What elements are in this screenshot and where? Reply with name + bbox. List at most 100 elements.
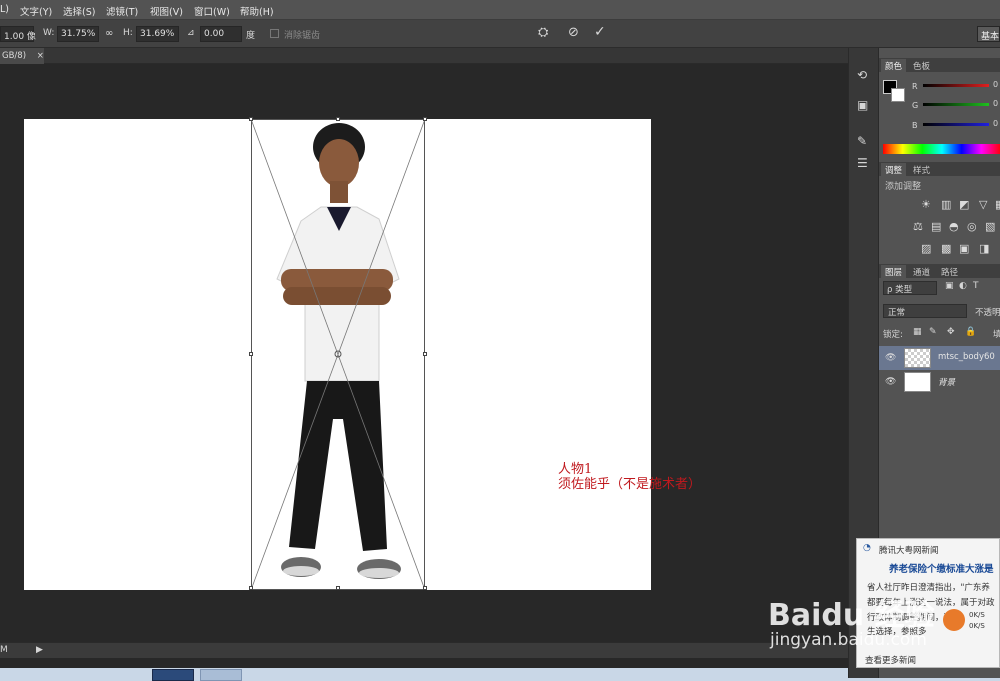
width-label: W: bbox=[43, 28, 55, 38]
layer-name[interactable]: 背景 bbox=[938, 376, 955, 388]
lock-transparent-icon[interactable]: ▦ bbox=[913, 327, 922, 337]
opacity-label: 不透明 bbox=[975, 308, 1000, 318]
transform-handle-bottom-right[interactable] bbox=[423, 586, 427, 590]
black-white-icon[interactable]: ▤ bbox=[931, 220, 941, 233]
channel-r-value[interactable]: 0 bbox=[993, 80, 998, 89]
layer-filter-dropdown[interactable]: ρ 类型 bbox=[883, 281, 937, 295]
status-arrow-icon[interactable]: ▶ bbox=[36, 645, 43, 655]
x-position-field[interactable]: 1.00 像 bbox=[0, 26, 36, 42]
tab-color[interactable]: 颜色 bbox=[881, 59, 907, 72]
document-tab-bar: GB/8) × bbox=[0, 48, 848, 64]
photo-filter-icon[interactable]: ◓ bbox=[949, 220, 959, 233]
transform-handle-top-right[interactable] bbox=[423, 117, 427, 121]
channel-g-slider[interactable] bbox=[923, 103, 989, 106]
invert-icon[interactable]: ▧ bbox=[985, 220, 995, 233]
visibility-eye-icon[interactable]: 👁 bbox=[885, 377, 896, 387]
transform-handle-top[interactable] bbox=[336, 117, 340, 121]
levels-icon[interactable]: ▥ bbox=[941, 198, 951, 211]
lock-all-icon[interactable]: 🔒 bbox=[965, 327, 976, 337]
close-icon[interactable]: × bbox=[37, 51, 44, 61]
channel-g-value[interactable]: 0 bbox=[993, 99, 998, 108]
layer-name[interactable]: mtsc_body60 bbox=[938, 352, 995, 362]
document-canvas[interactable] bbox=[24, 117, 651, 590]
blend-mode-dropdown[interactable]: 正常 bbox=[883, 304, 967, 318]
menu-item-window[interactable]: 窗口(W) bbox=[194, 4, 230, 18]
transform-handle-right[interactable] bbox=[423, 352, 427, 356]
document-tab[interactable]: GB/8) × bbox=[0, 48, 44, 64]
channel-mixer-icon[interactable]: ◎ bbox=[967, 220, 977, 233]
channel-b-slider[interactable] bbox=[923, 123, 989, 126]
filter-image-icon[interactable]: ▣ bbox=[945, 281, 954, 291]
menu-item-filter[interactable]: 滤镜(T) bbox=[106, 4, 138, 18]
free-transform-box[interactable] bbox=[251, 119, 425, 590]
transform-handle-top-left[interactable] bbox=[249, 117, 253, 121]
visibility-eye-icon[interactable]: 👁 bbox=[885, 353, 896, 363]
baidu-watermark-url: jingyan.baidu.com bbox=[770, 630, 927, 650]
menu-item-help[interactable]: 帮助(H) bbox=[240, 4, 274, 18]
color-spectrum-bar[interactable] bbox=[883, 144, 1000, 154]
channel-r-label: R bbox=[912, 82, 918, 91]
news-headline[interactable]: 养老保险个缴标准大涨是 bbox=[889, 561, 994, 575]
warp-mode-icon[interactable]: ⛭ bbox=[538, 25, 548, 40]
channel-b-label: B bbox=[912, 121, 918, 130]
background-color-swatch[interactable] bbox=[891, 88, 905, 102]
cancel-transform-icon[interactable]: ⊘ bbox=[568, 25, 579, 40]
angle-field[interactable]: 0.00 bbox=[200, 26, 242, 42]
workspace-switcher[interactable]: 基本 bbox=[977, 26, 1000, 42]
tab-channels[interactable]: 通道 bbox=[909, 265, 934, 278]
tab-swatches[interactable]: 色板 bbox=[909, 59, 934, 72]
transform-handle-bottom-left[interactable] bbox=[249, 586, 253, 590]
channel-b-value[interactable]: 0 bbox=[993, 119, 998, 128]
document-tab-label: GB/8) bbox=[2, 51, 27, 61]
threshold-icon[interactable]: ▩ bbox=[941, 242, 951, 255]
transform-handle-left[interactable] bbox=[249, 352, 253, 356]
taskbar-app-button[interactable] bbox=[152, 669, 194, 681]
exposure-icon[interactable]: ▽ bbox=[979, 198, 987, 211]
tab-adjustments[interactable]: 调整 bbox=[881, 163, 907, 176]
transform-handle-bottom[interactable] bbox=[336, 586, 340, 590]
menu-item-select[interactable]: 选择(S) bbox=[63, 4, 95, 18]
color-balance-icon[interactable]: ⚖ bbox=[913, 220, 923, 233]
menu-item-type[interactable]: 文字(Y) bbox=[20, 4, 52, 18]
brush-icon[interactable]: ✎ bbox=[857, 134, 867, 148]
tab-layers[interactable]: 图层 bbox=[881, 265, 907, 278]
history-icon[interactable]: ⟲ bbox=[857, 68, 867, 82]
width-field[interactable]: 31.75% bbox=[57, 26, 99, 42]
taskbar-app-button[interactable] bbox=[200, 669, 242, 681]
height-label: H: bbox=[123, 28, 133, 38]
news-source-label: 腾讯大粤网新闻 bbox=[879, 546, 939, 556]
curves-icon[interactable]: ◩ bbox=[959, 198, 969, 211]
vibrance-icon[interactable]: ▦ bbox=[995, 198, 1000, 211]
selective-color-icon[interactable]: ◨ bbox=[979, 242, 989, 255]
lock-move-icon[interactable]: ✥ bbox=[947, 327, 955, 337]
annotation-line-2: 须佐能乎（不是施术者） bbox=[558, 477, 702, 492]
link-icon[interactable]: ∞ bbox=[105, 28, 113, 39]
adjust-sliders-icon[interactable]: ☰ bbox=[857, 156, 868, 170]
options-bar: 1.00 像 W: 31.75% ∞ H: 31.69% ⊿ 0.00 度 消除… bbox=[0, 20, 1000, 48]
filter-type-icon[interactable]: T bbox=[973, 281, 979, 291]
network-speed-widget-icon[interactable] bbox=[943, 609, 965, 631]
filter-adjust-icon[interactable]: ◐ bbox=[959, 281, 967, 291]
commit-transform-icon[interactable]: ✓ bbox=[594, 24, 606, 40]
menu-bar: L) 文字(Y) 选择(S) 滤镜(T) 视图(V) 窗口(W) 帮助(H) bbox=[0, 0, 1000, 20]
posterize-icon[interactable]: ▨ bbox=[921, 242, 931, 255]
properties-icon[interactable]: ▣ bbox=[857, 98, 868, 112]
layer-row[interactable]: 👁 背景 bbox=[879, 370, 1000, 394]
layer-thumbnail bbox=[904, 372, 931, 392]
channel-r-slider[interactable] bbox=[923, 84, 989, 87]
adjustments-panel-tabs: 调整 样式 bbox=[879, 162, 1000, 176]
news-source-icon: ◔ bbox=[863, 543, 871, 553]
tab-paths[interactable]: 路径 bbox=[937, 265, 962, 278]
menu-item-layer[interactable]: L) bbox=[0, 4, 9, 15]
antialias-checkbox[interactable] bbox=[270, 29, 279, 38]
brightness-icon[interactable]: ☀ bbox=[921, 198, 931, 211]
lock-brush-icon[interactable]: ✎ bbox=[929, 327, 937, 337]
tab-styles[interactable]: 样式 bbox=[909, 163, 934, 176]
gradient-map-icon[interactable]: ▣ bbox=[959, 242, 969, 255]
zoom-readout[interactable]: M bbox=[0, 645, 8, 655]
layer-row[interactable]: 👁 mtsc_body60 bbox=[879, 346, 1000, 370]
angle-unit: 度 bbox=[246, 31, 256, 41]
height-field[interactable]: 31.69% bbox=[136, 26, 179, 42]
menu-item-view[interactable]: 视图(V) bbox=[150, 4, 183, 18]
more-news-link[interactable]: 查看更多新闻 bbox=[865, 654, 916, 666]
